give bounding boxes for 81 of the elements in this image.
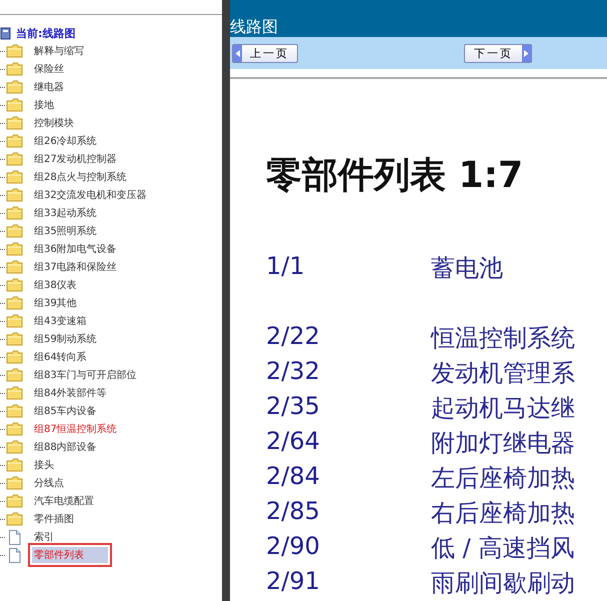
tree-item[interactable]: 组83车门与可开启部位: [32, 367, 139, 383]
tree-item[interactable]: 组84外装部件等: [32, 385, 109, 401]
part-number: 1/1: [266, 252, 306, 282]
tree-item[interactable]: 组85车内设备: [32, 403, 99, 419]
folder-icon: [6, 98, 23, 112]
tree-item[interactable]: 组28点火与控制系统: [32, 169, 129, 185]
tree-item[interactable]: 组59制动系统: [32, 331, 99, 347]
tree-item[interactable]: 组37电路和保险丝: [32, 259, 119, 275]
folder-icon: [6, 206, 23, 220]
tree-item[interactable]: 零件插图: [32, 511, 76, 527]
folder-icon: [6, 242, 23, 256]
page-title: 线路图: [230, 17, 278, 37]
folder-icon: [6, 476, 23, 490]
part-name: 左后座椅加热: [431, 463, 576, 494]
part-name: 恒温控制系统: [431, 323, 576, 354]
folder-icon: [6, 512, 23, 526]
folder-icon: [6, 332, 23, 346]
next-page-button[interactable]: 下一页: [464, 44, 532, 62]
folder-icon: [6, 386, 23, 400]
folder-icon: [6, 314, 23, 328]
folder-icon: [6, 458, 23, 472]
part-name: 雨刷间歇刷动: [431, 568, 576, 599]
part-name: 低 / 高速挡风: [431, 533, 576, 564]
part-number: 2/35: [266, 392, 321, 422]
page-icon: [6, 530, 23, 544]
folder-icon: [6, 152, 23, 166]
folder-icon: [6, 404, 23, 418]
folder-icon: [6, 296, 23, 310]
part-number: 2/32: [266, 357, 321, 387]
tree-item[interactable]: 组38仪表: [32, 277, 79, 293]
tree-item[interactable]: 继电器: [32, 79, 66, 95]
folder-icon: [6, 170, 23, 184]
previous-page-button[interactable]: 上一页: [232, 44, 298, 62]
tree-item[interactable]: 组43变速箱: [32, 313, 89, 329]
tree-item[interactable]: 保险丝: [32, 61, 66, 77]
tree-item[interactable]: 接地: [32, 97, 56, 113]
part-number: 2/91: [266, 567, 321, 597]
folder-icon: [6, 116, 23, 130]
tree-item[interactable]: 分线点: [32, 475, 66, 491]
folder-icon: [6, 368, 23, 382]
tree-item[interactable]: 接头: [32, 457, 56, 473]
part-name: 起动机马达继: [431, 393, 576, 424]
tree-item[interactable]: 解释与缩写: [32, 43, 86, 59]
folder-icon: [6, 62, 23, 76]
tree-item[interactable]: 汽车电缆配置: [32, 493, 96, 509]
folder-icon: [6, 44, 23, 58]
folder-icon: [6, 188, 23, 202]
tree-item[interactable]: 组35照明系统: [32, 223, 99, 239]
part-number: 2/22: [266, 322, 321, 352]
part-name: 发动机管理系: [431, 358, 576, 389]
folder-icon: [6, 422, 23, 436]
splitter-bar[interactable]: [222, 0, 230, 601]
tree-item[interactable]: 组39其他: [32, 295, 79, 311]
folder-icon: [6, 224, 23, 238]
folder-icon: [6, 260, 23, 274]
tree-item[interactable]: 组33起动系统: [32, 205, 99, 221]
folder-icon: [6, 440, 23, 454]
folder-icon: [6, 494, 23, 508]
tree-item[interactable]: 组88内部设备: [32, 439, 99, 455]
folder-icon: [6, 278, 23, 292]
tree-item[interactable]: 控制模块: [32, 115, 76, 131]
page-icon: [6, 548, 23, 562]
tree-item[interactable]: 组32交流发电机和变压器: [32, 187, 149, 203]
part-number: 2/64: [266, 427, 321, 457]
tree-item[interactable]: 组64转向系: [32, 349, 89, 365]
part-number: 2/85: [266, 497, 321, 527]
document-heading: 零部件列表 1:7: [266, 154, 524, 198]
folder-icon: [6, 350, 23, 364]
part-name: 附加灯继电器: [431, 428, 576, 459]
part-number: 2/90: [266, 532, 321, 562]
current-location: 当前:线路图: [16, 26, 76, 40]
folder-icon: [6, 134, 23, 148]
part-name: 右后座椅加热: [431, 498, 576, 529]
part-name: 蓄电池: [431, 253, 504, 284]
folder-icon: [6, 80, 23, 94]
tree-item[interactable]: 组36附加电气设备: [32, 241, 119, 257]
part-number: 2/84: [266, 462, 321, 492]
tree-item[interactable]: 组26冷却系统: [32, 133, 99, 149]
tree-item[interactable]: 索引: [32, 529, 56, 545]
tree-item[interactable]: 组87恒温控制系统: [32, 421, 119, 437]
tree-item[interactable]: 组27发动机控制器: [32, 151, 119, 167]
